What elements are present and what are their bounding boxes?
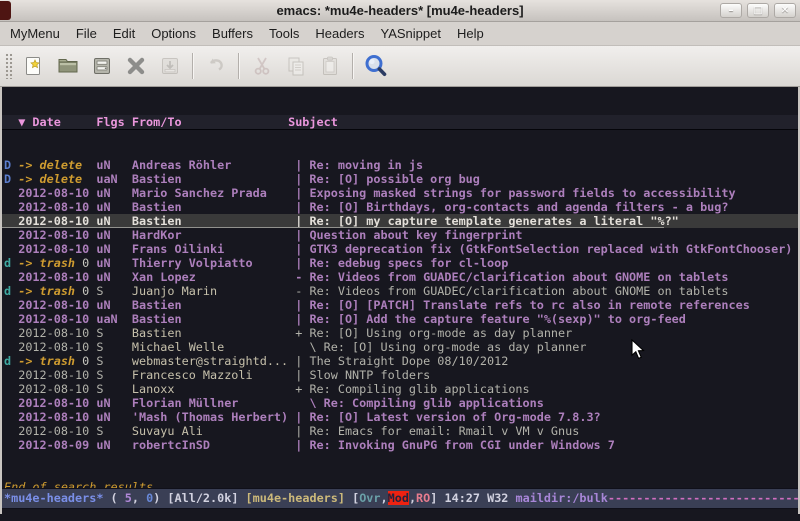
modeline-segment-def: 14:27 W32 <box>444 491 515 505</box>
window-title: emacs: *mu4e-headers* [mu4e-headers] <box>0 3 800 18</box>
open-folder-icon <box>56 54 80 78</box>
modeline-segment-def: ) <box>153 491 167 505</box>
menu-item-mymenu[interactable]: MyMenu <box>2 23 68 44</box>
header-row[interactable]: D -> delete uN Andreas Röhler | Re: movi… <box>4 158 798 172</box>
header-row[interactable]: 2012-08-10 S Suvayu Ali | Re: Emacs for … <box>4 424 798 438</box>
search-icon <box>363 53 389 79</box>
save-buffer-button[interactable] <box>85 51 119 81</box>
maximize-button[interactable]: □ <box>747 3 769 18</box>
header-row[interactable]: 2012-08-10 uaN Bastien | Re: [O] Add the… <box>4 312 798 326</box>
modeline-segment-def: ] <box>430 491 444 505</box>
header-row[interactable]: 2012-08-10 uN Frans Oilinki | GTK3 depre… <box>4 242 798 256</box>
headers-list: D -> delete uN Andreas Röhler | Re: movi… <box>4 158 798 452</box>
menu-item-tools[interactable]: Tools <box>261 23 307 44</box>
header-row[interactable]: 2012-08-10 S Bastien + Re: [O] Using org… <box>4 326 798 340</box>
copy-icon <box>284 54 308 78</box>
menu-item-options[interactable]: Options <box>143 23 204 44</box>
menu-item-file[interactable]: File <box>68 23 105 44</box>
header-row[interactable]: 2012-08-10 uN 'Mash (Thomas Herbert) | R… <box>4 410 798 424</box>
header-row[interactable]: 2012-08-10 S Francesco Mazzoli | Slow NN… <box>4 368 798 382</box>
header-row[interactable]: 2012-08-10 uN Bastien | Re: [O] Birthday… <box>4 200 798 214</box>
header-row[interactable]: 2012-08-10 uN Bastien | Re: [O] [PATCH] … <box>4 298 798 312</box>
modeline-segment-def: , <box>132 491 146 505</box>
search-button[interactable] <box>359 51 393 81</box>
new-file-button[interactable] <box>17 51 51 81</box>
modeline-segment-def: , <box>381 491 388 505</box>
save-as-button[interactable] <box>153 51 187 81</box>
modeline-segment-def: ( <box>103 491 124 505</box>
echo-area[interactable] <box>0 514 800 521</box>
save-icon <box>90 54 114 78</box>
header-row[interactable]: 2012-08-10 uN Florian Müllner \ Re: Comp… <box>4 396 798 410</box>
toolbar-grip-handle[interactable] <box>5 53 13 79</box>
menu-item-headers[interactable]: Headers <box>307 23 372 44</box>
modeline-segment-ro: RO <box>416 491 430 505</box>
toolbar-separator <box>238 53 240 79</box>
cut-button[interactable] <box>245 51 279 81</box>
header-row[interactable]: 2012-08-10 uN HardKor | Question about k… <box>4 228 798 242</box>
undo-button[interactable] <box>199 51 233 81</box>
header-row-current[interactable]: 2012-08-10 uN Bastien | Re: [O] my captu… <box>2 214 798 228</box>
menubar: MyMenuFileEditOptionsBuffersToolsHeaders… <box>0 22 800 46</box>
window-icon <box>0 1 11 20</box>
menu-item-help[interactable]: Help <box>449 23 492 44</box>
emacs-window: emacs: *mu4e-headers* [mu4e-headers] – □… <box>0 0 800 521</box>
modeline-segment-ovr: Ovr <box>359 491 380 505</box>
kill-buffer-button[interactable] <box>119 51 153 81</box>
menu-item-buffers[interactable]: Buffers <box>204 23 261 44</box>
paste-button[interactable] <box>313 51 347 81</box>
modeline-segment-dash: --------------------------- <box>608 491 798 505</box>
new-file-icon <box>22 54 46 78</box>
header-row[interactable]: D -> delete uaN Bastien | Re: [O] possib… <box>4 172 798 186</box>
header-row[interactable]: 2012-08-10 uN Xan Lopez - Re: Videos fro… <box>4 270 798 284</box>
modeline-segment-def: [All/2.0k] <box>167 491 245 505</box>
mu4e-headers-buffer: ▼ Date Flgs From/To Subject D -> delete … <box>2 87 798 516</box>
column-headers: ▼ Date Flgs From/To Subject <box>2 115 798 130</box>
window-controls: – □ ✕ <box>720 3 796 18</box>
modeline-segment-five: 5 <box>125 491 132 505</box>
header-row[interactable]: d -> trash 0 uN Thierry Volpiatto | Re: … <box>4 256 798 270</box>
header-row[interactable]: d -> trash 0 S webmaster@straightd... | … <box>4 354 798 368</box>
paste-icon <box>318 54 342 78</box>
modeline-segment-mod: Mod <box>388 491 409 505</box>
header-row[interactable]: 2012-08-10 S Michael Welle \ Re: [O] Usi… <box>4 340 798 354</box>
header-row[interactable]: 2012-08-09 uN robertcInSD | Re: Invoking… <box>4 438 798 452</box>
open-file-button[interactable] <box>51 51 85 81</box>
save-as-icon <box>158 54 182 78</box>
toolbar-separator <box>352 53 354 79</box>
minimize-button[interactable]: – <box>720 3 742 18</box>
modeline-segment-mode: [mu4e-headers] <box>246 491 353 505</box>
cut-icon <box>250 54 274 78</box>
header-row[interactable]: d -> trash 0 S Juanjo Marin - Re: Videos… <box>4 284 798 298</box>
modeline-segment-buf: *mu4e-headers* <box>4 491 103 505</box>
header-row[interactable]: 2012-08-10 uN Mario Sanchez Prada | Expo… <box>4 186 798 200</box>
undo-icon <box>204 54 228 78</box>
close-button[interactable]: ✕ <box>774 3 796 18</box>
titlebar: emacs: *mu4e-headers* [mu4e-headers] – □… <box>0 0 800 22</box>
modeline-segment-dir: maildir:/bulk <box>516 491 608 505</box>
copy-button[interactable] <box>279 51 313 81</box>
menu-item-edit[interactable]: Edit <box>105 23 143 44</box>
toolbar <box>0 46 800 87</box>
toolbar-separator <box>192 53 194 79</box>
modeline: *mu4e-headers* ( 5, 0) [All/2.0k] [mu4e-… <box>2 488 798 509</box>
header-row[interactable]: 2012-08-10 S Lanoxx + Re: Compiling glib… <box>4 382 798 396</box>
modeline-segment-def: , <box>409 491 416 505</box>
close-x-icon <box>124 54 148 78</box>
menu-item-yasnippet[interactable]: YASnippet <box>372 23 448 44</box>
